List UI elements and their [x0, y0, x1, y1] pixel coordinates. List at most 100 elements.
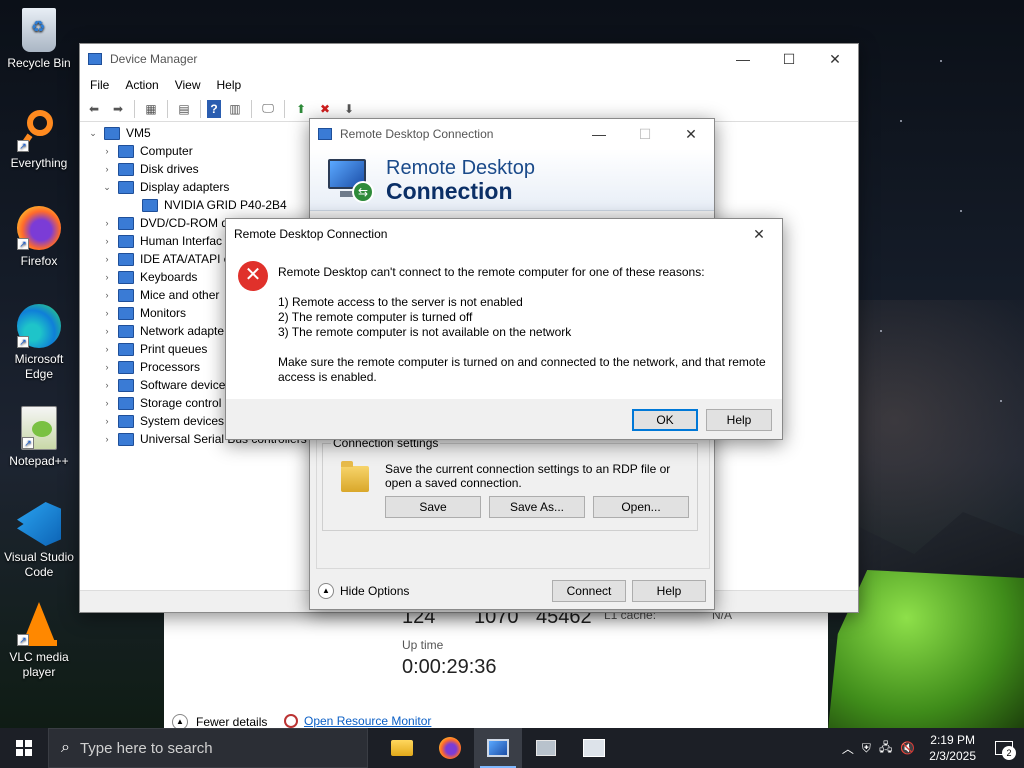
ok-button[interactable]: OK: [632, 409, 698, 431]
folder-icon: [341, 461, 369, 492]
clock-date: 2/3/2025: [929, 749, 976, 763]
start-button[interactable]: [0, 728, 48, 768]
rdc-close-button[interactable]: ✕: [668, 119, 714, 149]
error-message: Remote Desktop can't connect to the remo…: [278, 265, 774, 400]
network-icon[interactable]: 🖧: [879, 738, 892, 759]
scan-hardware-icon[interactable]: 🖵: [258, 100, 278, 118]
taskbar-device-manager[interactable]: [522, 728, 570, 768]
connect-button[interactable]: Connect: [552, 580, 626, 602]
save-button[interactable]: Save: [385, 496, 481, 518]
taskbar-search-box[interactable]: ⌕ Type here to search: [48, 728, 368, 768]
taskbar-file-explorer[interactable]: [378, 728, 426, 768]
chevron-right-icon[interactable]: ›: [100, 398, 114, 408]
chevron-right-icon[interactable]: ›: [100, 416, 114, 426]
minimize-button[interactable]: —: [720, 44, 766, 74]
chevron-right-icon[interactable]: ›: [100, 290, 114, 300]
desktop-icon-vscode[interactable]: Visual Studio Code: [4, 502, 74, 580]
taskbar-remote-desktop[interactable]: [474, 728, 522, 768]
desktop-icon-everything[interactable]: ↗ Everything: [4, 108, 74, 171]
taskbar-firefox[interactable]: [426, 728, 474, 768]
error-dialog: Remote Desktop Connection ✕ ✕ Remote Des…: [225, 218, 783, 440]
desktop-icon-vlc[interactable]: ↗ VLC media player: [4, 602, 74, 680]
chevron-right-icon[interactable]: ›: [100, 236, 114, 246]
uptime-value: 0:00:29:36: [402, 656, 497, 678]
chevron-right-icon[interactable]: ›: [100, 326, 114, 336]
chevron-down-icon[interactable]: ⌄: [100, 182, 114, 193]
device-category-icon: [118, 162, 134, 176]
rdc-titlebar[interactable]: Remote Desktop Connection — ☐ ✕: [310, 119, 714, 149]
taskbar-task-manager[interactable]: [570, 728, 618, 768]
security-icon[interactable]: ⛨: [862, 741, 871, 756]
tree-item-label: Print queues: [140, 342, 208, 356]
chevron-right-icon[interactable]: ›: [100, 164, 114, 174]
clock[interactable]: 2:19 PM 2/3/2025: [929, 732, 976, 764]
update-driver-icon[interactable]: ⬇: [339, 100, 359, 118]
menu-file[interactable]: File: [82, 78, 117, 92]
device-category-icon: [118, 144, 134, 158]
tree-item-label: Disk drives: [140, 162, 199, 176]
error-help-button[interactable]: Help: [706, 409, 772, 431]
chevron-right-icon[interactable]: ›: [100, 362, 114, 372]
desktop-icon-label: Firefox: [20, 254, 58, 268]
back-arrow-icon[interactable]: ⬅: [84, 100, 104, 118]
error-dialog-title: Remote Desktop Connection: [234, 227, 388, 241]
chevron-right-icon[interactable]: ›: [100, 218, 114, 228]
toolbar-separator: [134, 99, 135, 118]
device-category-icon: [118, 306, 134, 320]
wallpaper-star: [880, 330, 882, 332]
tree-item-label: Monitors: [140, 306, 187, 320]
error-dialog-close-button[interactable]: ✕: [736, 219, 782, 249]
rdc-help-button[interactable]: Help: [632, 580, 706, 602]
tree-item-label: Human Interfac: [140, 234, 223, 248]
vlc-icon: ↗: [17, 602, 61, 646]
chevron-right-icon[interactable]: ›: [100, 254, 114, 264]
maximize-button[interactable]: ☐: [766, 44, 812, 74]
help-icon[interactable]: ?: [207, 99, 221, 118]
properties-icon[interactable]: ▤: [174, 100, 194, 118]
task-manager-window: 124 1070 45462 L1 cache: N/A Up time 0:0…: [164, 606, 828, 730]
desktop-icon-label: VLC media player: [9, 650, 69, 679]
chevron-right-icon[interactable]: ›: [100, 380, 114, 390]
desktop-icon-firefox[interactable]: ↗ Firefox: [4, 206, 74, 269]
device-category-icon: [118, 360, 134, 374]
show-hide-tree-icon[interactable]: ▦: [141, 100, 161, 118]
desktop-icon-recycle-bin[interactable]: ♻ Recycle Bin: [4, 8, 74, 71]
rdc-maximize-button[interactable]: ☐: [622, 119, 668, 149]
desktop-icon-edge[interactable]: ↗ Microsoft Edge: [4, 304, 74, 382]
toolbar-separator: [200, 99, 201, 118]
desktop-icon-notepadpp[interactable]: ↗ Notepad++: [4, 406, 74, 469]
error-icon: ✕: [238, 261, 268, 291]
chevron-down-icon[interactable]: ⌄: [86, 128, 100, 139]
chevron-right-icon[interactable]: ›: [100, 344, 114, 354]
device-category-icon: [118, 252, 134, 266]
notifications-button[interactable]: 2: [990, 734, 1018, 762]
chevron-right-icon[interactable]: ›: [100, 308, 114, 318]
open-resource-monitor-link[interactable]: Open Resource Monitor: [284, 714, 431, 728]
chevron-right-icon[interactable]: ›: [100, 146, 114, 156]
volume-muted-icon[interactable]: 🔇: [900, 741, 915, 755]
chevron-right-icon[interactable]: ›: [100, 434, 114, 444]
view-icon[interactable]: ▥: [225, 100, 245, 118]
computer-icon: [104, 126, 120, 140]
forward-arrow-icon[interactable]: ➡: [108, 100, 128, 118]
rdc-title: Remote Desktop Connection: [340, 127, 494, 141]
error-dialog-titlebar[interactable]: Remote Desktop Connection ✕: [226, 219, 782, 249]
menu-help[interactable]: Help: [209, 78, 250, 92]
device-category-icon: [118, 414, 134, 428]
chevron-right-icon[interactable]: ›: [100, 272, 114, 282]
device-category-icon: [118, 342, 134, 356]
rdc-minimize-button[interactable]: —: [576, 119, 622, 149]
uninstall-icon[interactable]: ✖: [315, 100, 335, 118]
menu-view[interactable]: View: [167, 78, 209, 92]
open-button[interactable]: Open...: [593, 496, 689, 518]
chevron-up-icon[interactable]: ︿: [842, 740, 854, 757]
windows-logo-icon: [16, 740, 32, 756]
close-button[interactable]: ✕: [812, 44, 858, 74]
device-manager-title: Device Manager: [110, 52, 198, 66]
menu-action[interactable]: Action: [117, 78, 166, 92]
add-driver-icon[interactable]: ⬆: [291, 100, 311, 118]
save-as-button[interactable]: Save As...: [489, 496, 585, 518]
hide-options-button[interactable]: ▲ Hide Options: [318, 583, 409, 599]
connection-settings-group: Connection settings Save the current con…: [322, 436, 698, 531]
device-manager-titlebar[interactable]: Device Manager — ☐ ✕: [80, 44, 858, 74]
